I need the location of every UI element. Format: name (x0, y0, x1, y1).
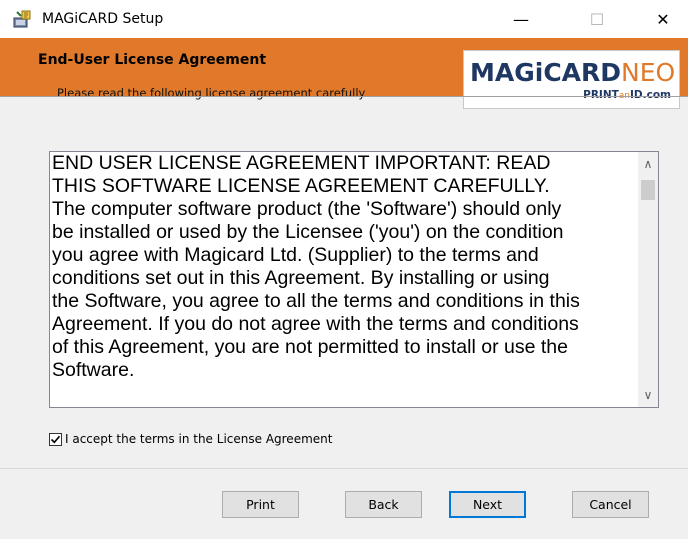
page-subtitle: Please read the following license agreem… (57, 86, 366, 100)
logo-id-text: ID.com (630, 89, 671, 101)
minimize-button[interactable]: — (498, 0, 544, 38)
window-title: MAGiCARD Setup (42, 11, 164, 27)
close-button[interactable]: ✕ (640, 0, 686, 38)
title-bar: MAGiCARD Setup — ☐ ✕ (0, 0, 688, 38)
magicard-neo-logo: MAGiCARDNEO PRINTanID.com (463, 50, 680, 109)
logo-neo-text: NEO (621, 58, 676, 87)
logo-print-text: PRINT (583, 89, 619, 101)
installer-app-icon (12, 9, 32, 29)
logo-magicard-text: MAGiCARD (470, 58, 622, 87)
accept-terms-row[interactable]: I accept the terms in the License Agreem… (49, 430, 332, 448)
license-textbox[interactable]: END USER LICENSE AGREEMENT IMPORTANT: RE… (49, 151, 659, 408)
scroll-down-arrow-icon[interactable]: ∨ (638, 383, 658, 407)
button-area-divider (0, 468, 688, 469)
maximize-button[interactable]: ☐ (574, 0, 620, 38)
cancel-button[interactable]: Cancel (572, 491, 649, 518)
page-title: End-User License Agreement (38, 52, 267, 68)
license-text: END USER LICENSE AGREEMENT IMPORTANT: RE… (52, 152, 580, 381)
scroll-thumb[interactable] (641, 180, 655, 200)
checkmark-icon (50, 435, 61, 443)
license-scrollbar[interactable]: ∧ ∨ (638, 152, 658, 407)
scroll-up-arrow-icon[interactable]: ∧ (638, 152, 658, 176)
header-divider (0, 96, 688, 97)
logo-wordmark: MAGiCARDNEO (470, 59, 675, 87)
print-button[interactable]: Print (222, 491, 299, 518)
accept-terms-label[interactable]: I accept the terms in the License Agreem… (65, 432, 332, 446)
accept-terms-checkbox[interactable] (49, 432, 62, 446)
back-button[interactable]: Back (345, 491, 422, 518)
next-button[interactable]: Next (449, 491, 526, 518)
